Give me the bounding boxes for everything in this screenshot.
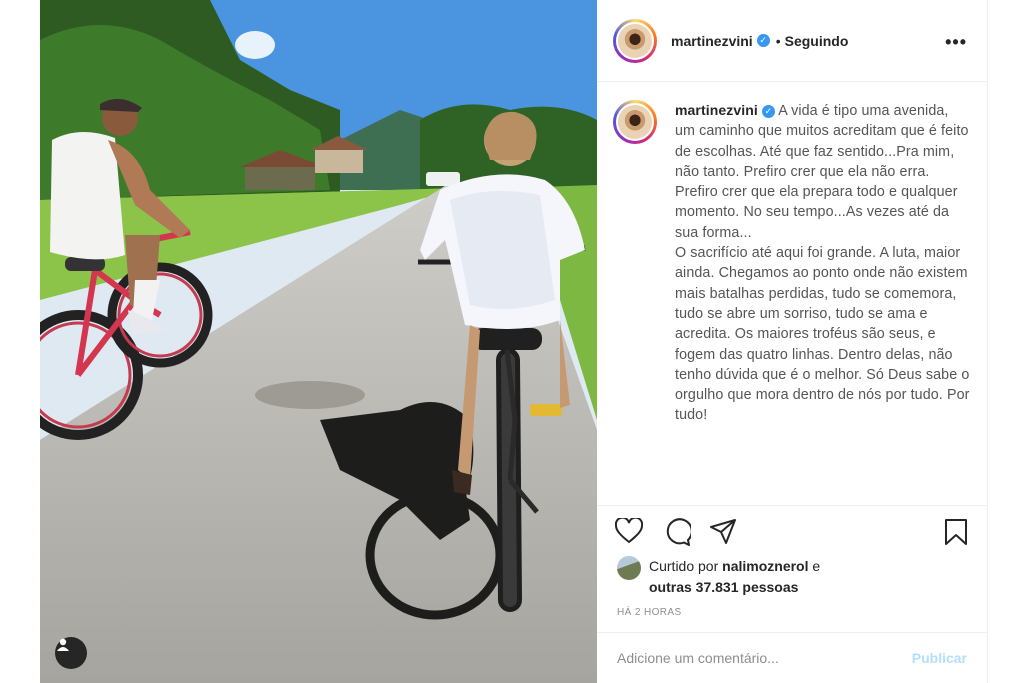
- more-icon[interactable]: •••: [945, 32, 967, 53]
- comment-input[interactable]: [617, 650, 912, 666]
- verified-icon: ✓: [756, 34, 770, 47]
- likes-summary: Curtido por nalimoznerol e outras 37.831…: [617, 556, 820, 598]
- comment-icon[interactable]: [663, 518, 691, 546]
- caption-body: A vida é tipo uma avenida, um caminho qu…: [675, 103, 970, 424]
- following-button[interactable]: Seguindo: [785, 33, 849, 49]
- action-bar: [597, 505, 987, 559]
- heart-icon[interactable]: [615, 518, 643, 544]
- caption-text: martinezvini ✓ A vida é tipo uma avenida,…: [675, 100, 971, 504]
- post-side-panel: martinezvini ✓ • Seguindo ••• martinezvi…: [597, 0, 988, 683]
- liker-avatar[interactable]: [617, 556, 641, 580]
- post-photo[interactable]: [40, 0, 597, 683]
- photo-scene: [40, 0, 597, 683]
- likes-conj: e: [812, 558, 821, 574]
- post-header: martinezvini ✓ • Seguindo •••: [597, 0, 987, 82]
- likes-text: Curtido por nalimoznerol e outras 37.831…: [649, 556, 820, 598]
- author-avatar[interactable]: [613, 18, 657, 63]
- caption-avatar[interactable]: [613, 100, 657, 144]
- author-username[interactable]: martinezvini: [671, 33, 753, 49]
- likes-prefix: Curtido por: [649, 558, 719, 574]
- likes-others[interactable]: outras 37.831 pessoas: [649, 579, 798, 595]
- bookmark-icon[interactable]: [943, 518, 969, 546]
- header-meta: martinezvini ✓ • Seguindo: [671, 33, 848, 49]
- share-icon[interactable]: [709, 518, 737, 546]
- liker-username[interactable]: nalimoznerol: [722, 558, 808, 574]
- caption-username[interactable]: martinezvini: [675, 102, 758, 118]
- user-tag-icon: [57, 638, 69, 651]
- header-separator: •: [775, 32, 781, 49]
- user-tag-button[interactable]: [55, 637, 87, 669]
- verified-icon: ✓: [761, 104, 775, 118]
- comment-row: Publicar: [597, 632, 987, 683]
- caption-block: martinezvini ✓ A vida é tipo uma avenida,…: [597, 100, 987, 504]
- publish-button[interactable]: Publicar: [912, 650, 967, 666]
- post-timestamp[interactable]: HÁ 2 HORAS: [617, 607, 682, 618]
